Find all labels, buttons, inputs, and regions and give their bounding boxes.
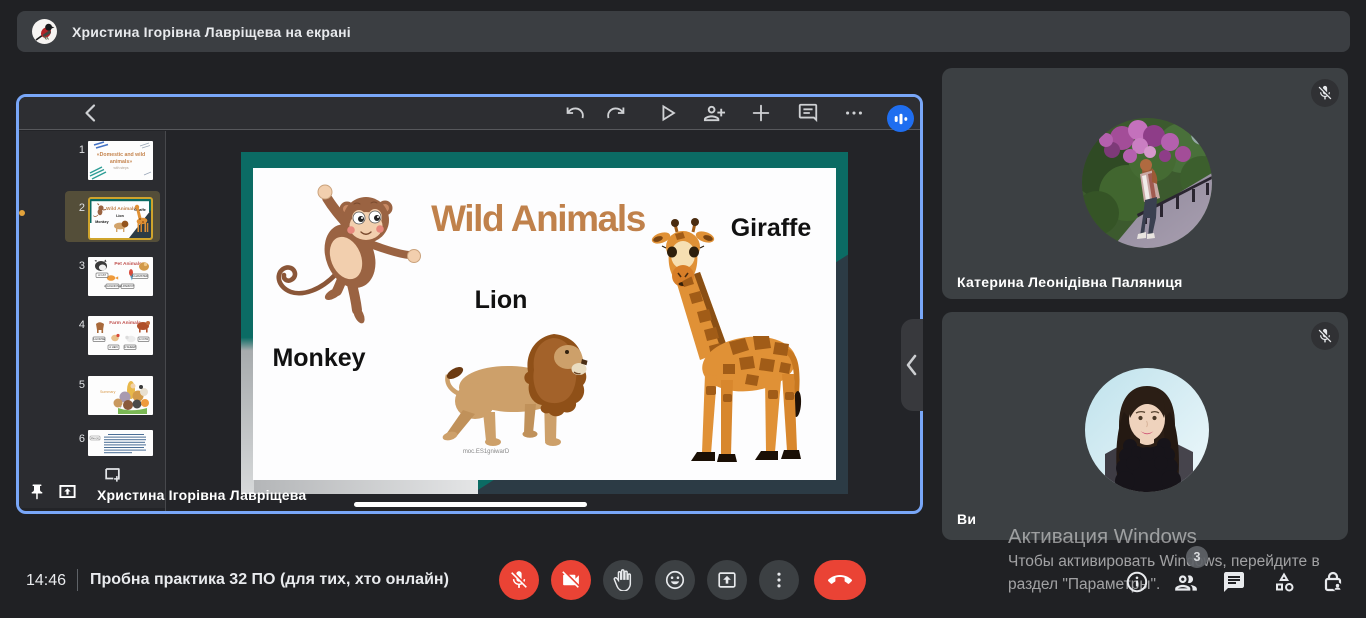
svg-text:Monkey: Monkey bbox=[95, 220, 108, 224]
svg-text:A CAT: A CAT bbox=[98, 273, 106, 277]
svg-text:A HEN: A HEN bbox=[109, 345, 117, 349]
svg-text:A HAMSTER: A HAMSTER bbox=[132, 274, 148, 278]
svg-text:Summary: Summary bbox=[100, 390, 116, 394]
svg-text:Farm Animals: Farm Animals bbox=[109, 320, 141, 326]
svg-text:A SHEEP: A SHEEP bbox=[124, 345, 136, 349]
svg-text:A PARROT: A PARROT bbox=[121, 284, 135, 288]
svg-text:with steps: with steps bbox=[113, 166, 128, 170]
svg-text:A HORSE: A HORSE bbox=[93, 337, 106, 341]
svg-text:Idea (s): Idea (s) bbox=[91, 437, 99, 440]
svg-text:animals»: animals» bbox=[110, 159, 132, 165]
svg-text:Pet Animals: Pet Animals bbox=[114, 261, 142, 267]
svg-text:Lion: Lion bbox=[116, 214, 124, 218]
svg-text:«Domestic and wild: «Domestic and wild bbox=[97, 152, 145, 158]
svg-text:Wild Animals: Wild Animals bbox=[106, 206, 136, 212]
svg-text:A GOLDFISH: A GOLDFISH bbox=[104, 284, 121, 288]
svg-text:A COW: A COW bbox=[139, 337, 149, 341]
